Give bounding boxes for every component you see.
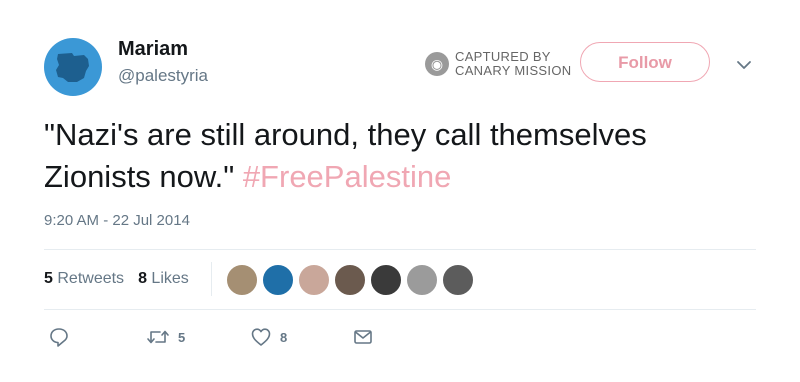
retweets-count: 5 [44, 270, 53, 287]
stats-separator [211, 262, 212, 296]
like-button[interactable]: 8 [250, 326, 287, 348]
liker-avatar[interactable] [370, 264, 402, 296]
tweet-actions: 5 8 [44, 326, 544, 356]
tweet-text: "Nazi's are still around, they call them… [44, 114, 744, 198]
tweet-timestamp[interactable]: 9:20 AM - 22 Jul 2014 [44, 212, 190, 229]
liker-avatar[interactable] [262, 264, 294, 296]
retweets-stat[interactable]: 5 Retweets [44, 270, 124, 288]
follow-button[interactable]: Follow [580, 42, 710, 82]
envelope-icon [354, 330, 372, 344]
reply-button[interactable] [48, 326, 70, 348]
display-name[interactable]: Mariam [118, 38, 188, 61]
retweets-label: Retweets [57, 270, 125, 287]
watermark-line2: CANARY MISSION [455, 63, 572, 78]
divider [44, 249, 756, 250]
avatar[interactable] [44, 38, 102, 96]
hashtag-link[interactable]: #FreePalestine [243, 159, 452, 194]
liker-avatar[interactable] [226, 264, 258, 296]
like-count: 8 [280, 329, 288, 345]
watermark-line1: CAPTURED BY [455, 49, 551, 64]
direct-message-button[interactable] [352, 326, 374, 348]
sudan-map-icon [56, 53, 89, 82]
retweet-button[interactable]: 5 [146, 326, 185, 348]
likes-stat[interactable]: 8 Likes [138, 270, 189, 288]
retweet-icon [147, 330, 169, 344]
heart-icon [251, 328, 271, 346]
chevron-down-icon[interactable] [733, 54, 755, 76]
watermark-text: CAPTURED BY CANARY MISSION [455, 50, 571, 78]
user-handle[interactable]: @palestyria [118, 66, 208, 86]
likes-label: Likes [151, 270, 189, 287]
canary-bird-icon: ◉ [425, 52, 449, 76]
likes-count: 8 [138, 270, 147, 287]
tweet-stats: 5 Retweets 8 Likes [44, 270, 203, 288]
reply-icon [50, 328, 68, 347]
liker-avatar[interactable] [334, 264, 366, 296]
retweet-count: 5 [178, 329, 186, 345]
liker-avatar[interactable] [406, 264, 438, 296]
divider [44, 309, 756, 310]
liker-avatar[interactable] [298, 264, 330, 296]
liker-avatar[interactable] [442, 264, 474, 296]
